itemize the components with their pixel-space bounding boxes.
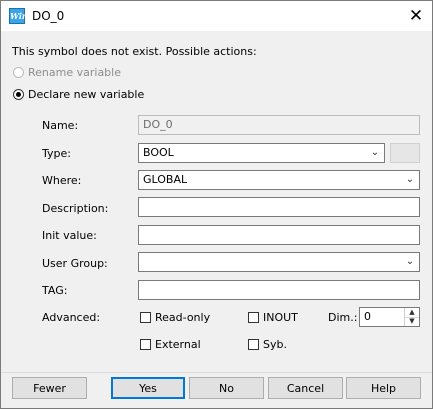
cancel-button[interactable]: Cancel bbox=[268, 377, 343, 399]
help-button[interactable]: Help bbox=[346, 377, 421, 399]
rename-variable-radio[interactable] bbox=[13, 67, 24, 78]
spin-down-icon[interactable]: ▼ bbox=[405, 317, 419, 326]
declare-new-variable-label: Declare new variable bbox=[28, 88, 145, 101]
advanced-label: Advanced: bbox=[42, 311, 101, 324]
type-select[interactable]: BOOL ⌄ bbox=[138, 143, 385, 163]
title-bar[interactable]: Win DO_0 ✕ bbox=[1, 1, 432, 31]
name-label: Name: bbox=[42, 119, 79, 132]
chevron-down-icon: ⌄ bbox=[405, 256, 415, 267]
tag-input[interactable] bbox=[138, 280, 420, 300]
user-group-select[interactable]: ⌄ bbox=[138, 252, 420, 272]
external-checkbox[interactable] bbox=[140, 339, 151, 350]
message-text: This symbol does not exist. Possible act… bbox=[12, 45, 257, 58]
init-value-label: Init value: bbox=[42, 229, 97, 242]
inout-checkbox[interactable] bbox=[248, 312, 259, 323]
no-button[interactable]: No bbox=[189, 377, 264, 399]
close-icon[interactable]: ✕ bbox=[403, 4, 429, 28]
chevron-down-icon: ⌄ bbox=[370, 147, 380, 158]
type-extra-button[interactable] bbox=[390, 143, 420, 163]
window-title: DO_0 bbox=[32, 9, 65, 23]
radio-selected-dot bbox=[16, 92, 21, 97]
dim-value: 0 bbox=[364, 310, 371, 323]
type-select-value: BOOL bbox=[143, 146, 174, 159]
syb-label: Syb. bbox=[263, 338, 287, 351]
rename-variable-label: Rename variable bbox=[28, 66, 121, 79]
app-icon: Win bbox=[9, 8, 28, 24]
declare-new-variable-radio[interactable] bbox=[13, 89, 24, 100]
inout-label: INOUT bbox=[263, 311, 298, 324]
description-label: Description: bbox=[42, 202, 109, 215]
yes-button[interactable]: Yes bbox=[111, 377, 185, 399]
type-label: Type: bbox=[42, 147, 71, 160]
fewer-button[interactable]: Fewer bbox=[12, 377, 87, 399]
chevron-down-icon: ⌄ bbox=[405, 174, 415, 185]
footer-divider bbox=[1, 372, 432, 373]
user-group-label: User Group: bbox=[42, 257, 108, 270]
dim-spinner-buttons: ▲ ▼ bbox=[404, 308, 419, 326]
dim-label: Dim.: bbox=[328, 311, 358, 324]
where-select[interactable]: GLOBAL ⌄ bbox=[138, 170, 420, 190]
name-field: DO_0 bbox=[138, 115, 420, 135]
syb-checkbox[interactable] bbox=[248, 339, 259, 350]
read-only-label: Read-only bbox=[155, 311, 211, 324]
where-select-value: GLOBAL bbox=[143, 173, 188, 186]
external-label: External bbox=[155, 338, 201, 351]
description-input[interactable] bbox=[138, 197, 420, 217]
read-only-checkbox[interactable] bbox=[140, 312, 151, 323]
init-value-input[interactable] bbox=[138, 225, 420, 245]
dim-spinner[interactable]: 0 ▲ ▼ bbox=[359, 307, 420, 327]
where-label: Where: bbox=[42, 174, 82, 187]
tag-label: TAG: bbox=[42, 284, 68, 297]
